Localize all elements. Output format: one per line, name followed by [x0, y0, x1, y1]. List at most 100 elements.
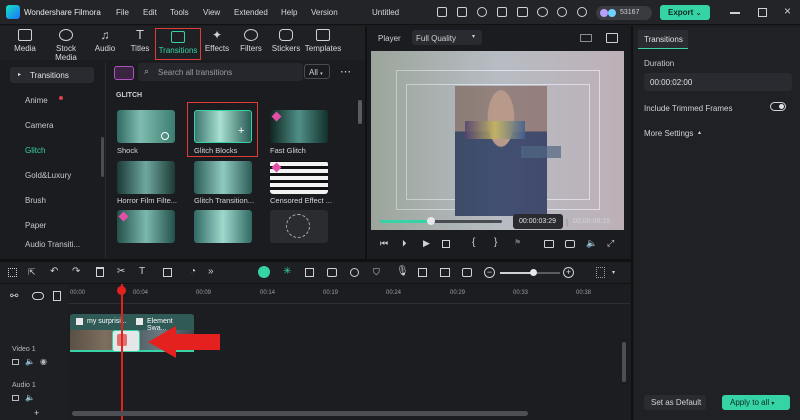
sidebar-item-camera[interactable]: Camera [25, 121, 53, 130]
magnet-icon[interactable]: ✳ [283, 266, 291, 277]
text-tool-icon[interactable]: T [139, 266, 145, 277]
zoom-in-icon[interactable]: + [563, 267, 574, 278]
sidebar-item-glitch[interactable]: Glitch [25, 146, 45, 155]
tab-media[interactable]: Media [5, 29, 45, 59]
time-ruler[interactable]: 00:00 00:04 00:09 00:14 00:19 00:24 00:2… [68, 284, 630, 304]
zoom-out-icon[interactable]: − [484, 267, 495, 278]
transition-thumb[interactable] [194, 210, 252, 243]
search-input[interactable]: Search all transitions [158, 68, 232, 77]
crop-icon[interactable] [163, 268, 172, 277]
display-icon[interactable] [544, 240, 554, 248]
sidebar-item-audio-transitions[interactable]: Audio Transiti... [25, 240, 80, 249]
playhead-line[interactable] [121, 284, 123, 420]
snapshot-icon[interactable] [606, 33, 618, 43]
set-as-default-button[interactable]: Set as Default [644, 395, 706, 410]
sidebar-item-brush[interactable]: Brush [25, 196, 46, 205]
panel-divider[interactable] [365, 26, 367, 260]
playback-progress[interactable] [380, 220, 502, 223]
adjust-icon[interactable] [350, 268, 359, 277]
search-box[interactable]: ⌕ Search all transitions [138, 63, 303, 81]
account-icon[interactable] [577, 7, 587, 17]
transition-thumb-censored-effect[interactable] [270, 161, 328, 194]
transition-thumb-fast-glitch[interactable] [270, 110, 328, 143]
tab-templates[interactable]: Templates [304, 29, 342, 59]
select-tool-icon[interactable]: ⇱ [28, 267, 36, 278]
transition-thumb[interactable] [117, 210, 175, 243]
grid-view-icon[interactable] [580, 34, 592, 42]
audio-mix-icon[interactable] [418, 268, 427, 277]
grid-icon[interactable] [8, 268, 17, 277]
add-track-icon[interactable] [53, 291, 61, 301]
flag-icon[interactable]: ⚑ [514, 238, 521, 247]
speed-icon[interactable]: ◔ [190, 266, 196, 277]
library-scrollbar[interactable] [358, 100, 362, 124]
close-icon[interactable]: × [784, 4, 791, 18]
add-icon[interactable]: + [238, 125, 244, 137]
marker-icon[interactable] [327, 268, 337, 277]
stop-icon[interactable] [442, 240, 450, 248]
more-icon[interactable]: ⋯ [340, 65, 351, 78]
chain-icon[interactable] [32, 292, 44, 300]
image-icon[interactable] [457, 7, 467, 17]
prev-frame-icon[interactable]: ⏮ [380, 238, 388, 249]
transition-marker[interactable] [112, 330, 140, 352]
delete-icon[interactable] [96, 267, 104, 277]
sidebar-scrollbar[interactable] [101, 137, 104, 177]
expand-arrow-icon[interactable]: ▴ [698, 129, 701, 136]
headset-icon[interactable] [557, 7, 567, 17]
tab-transitions[interactable]: Transitions [155, 28, 201, 60]
tab-filters[interactable]: Filters [236, 29, 266, 59]
sidebar-item-paper[interactable]: Paper [25, 221, 46, 230]
tab-transitions-props[interactable]: Transitions [638, 30, 688, 49]
cloud-icon[interactable] [537, 7, 548, 17]
horizontal-scrollbar[interactable] [72, 411, 528, 416]
transition-thumb-horror-film[interactable] [117, 161, 175, 194]
more-tools-icon[interactable]: » [208, 266, 214, 277]
menu-view[interactable]: View [203, 8, 220, 17]
speaker-icon[interactable]: 🔈 [25, 393, 35, 402]
panel-divider[interactable] [631, 26, 633, 420]
split-icon[interactable]: ✂ [117, 266, 125, 277]
tab-effects[interactable]: ✦ Effects [202, 29, 232, 59]
maximize-icon[interactable] [758, 8, 767, 17]
menu-edit[interactable]: Edit [143, 8, 157, 17]
mic-icon[interactable]: 🎙 [396, 266, 409, 277]
ai-toggle-icon[interactable] [258, 266, 270, 278]
volume-icon[interactable]: 🔈 [586, 238, 597, 249]
filter-dropdown[interactable]: All ▾ [304, 64, 330, 79]
camera-icon[interactable] [565, 240, 575, 248]
folder-icon[interactable] [12, 395, 19, 401]
pip-icon[interactable] [440, 268, 450, 277]
playhead-handle[interactable] [117, 286, 126, 295]
menu-extended[interactable]: Extended [234, 8, 268, 17]
lightbulb-icon[interactable] [477, 7, 487, 17]
mark-in-icon[interactable]: { [472, 237, 475, 248]
credits-badge[interactable]: 53167 [596, 6, 652, 20]
include-trimmed-toggle[interactable] [770, 102, 786, 111]
vertical-scrollbar[interactable] [622, 342, 626, 382]
step-forward-icon[interactable]: ⏵ [402, 238, 407, 249]
export-button[interactable]: Export ⌄ [660, 5, 710, 20]
link-icon[interactable]: ⚯ [10, 291, 18, 302]
menu-help[interactable]: Help [281, 8, 297, 17]
transition-thumb[interactable] [270, 210, 328, 243]
panel-divider[interactable] [0, 259, 631, 262]
minimize-icon[interactable] [730, 12, 740, 14]
menu-tools[interactable]: Tools [170, 8, 189, 17]
redo-icon[interactable]: ↷ [72, 266, 80, 277]
save-icon[interactable] [497, 7, 507, 17]
folder-icon[interactable] [12, 359, 19, 365]
eye-icon[interactable]: ◉ [40, 357, 47, 366]
tab-titles[interactable]: T Titles [125, 28, 155, 59]
sidebar-item-anime[interactable]: Anime [25, 96, 48, 105]
transition-thumb-shock[interactable] [117, 110, 175, 143]
layout-icon[interactable] [517, 7, 528, 17]
tab-audio[interactable]: ♫ Audio [90, 29, 120, 59]
menu-file[interactable]: File [116, 8, 129, 17]
layout-grid-icon[interactable] [596, 267, 605, 278]
ai-filter-icon[interactable] [114, 66, 134, 80]
tab-stock-media[interactable]: Stock Media [44, 29, 88, 62]
add-icon[interactable]: + [34, 408, 39, 418]
quality-dropdown[interactable]: Full Quality ▾ [412, 30, 482, 45]
nav-header-transitions[interactable]: ▸ Transitions [10, 67, 94, 83]
